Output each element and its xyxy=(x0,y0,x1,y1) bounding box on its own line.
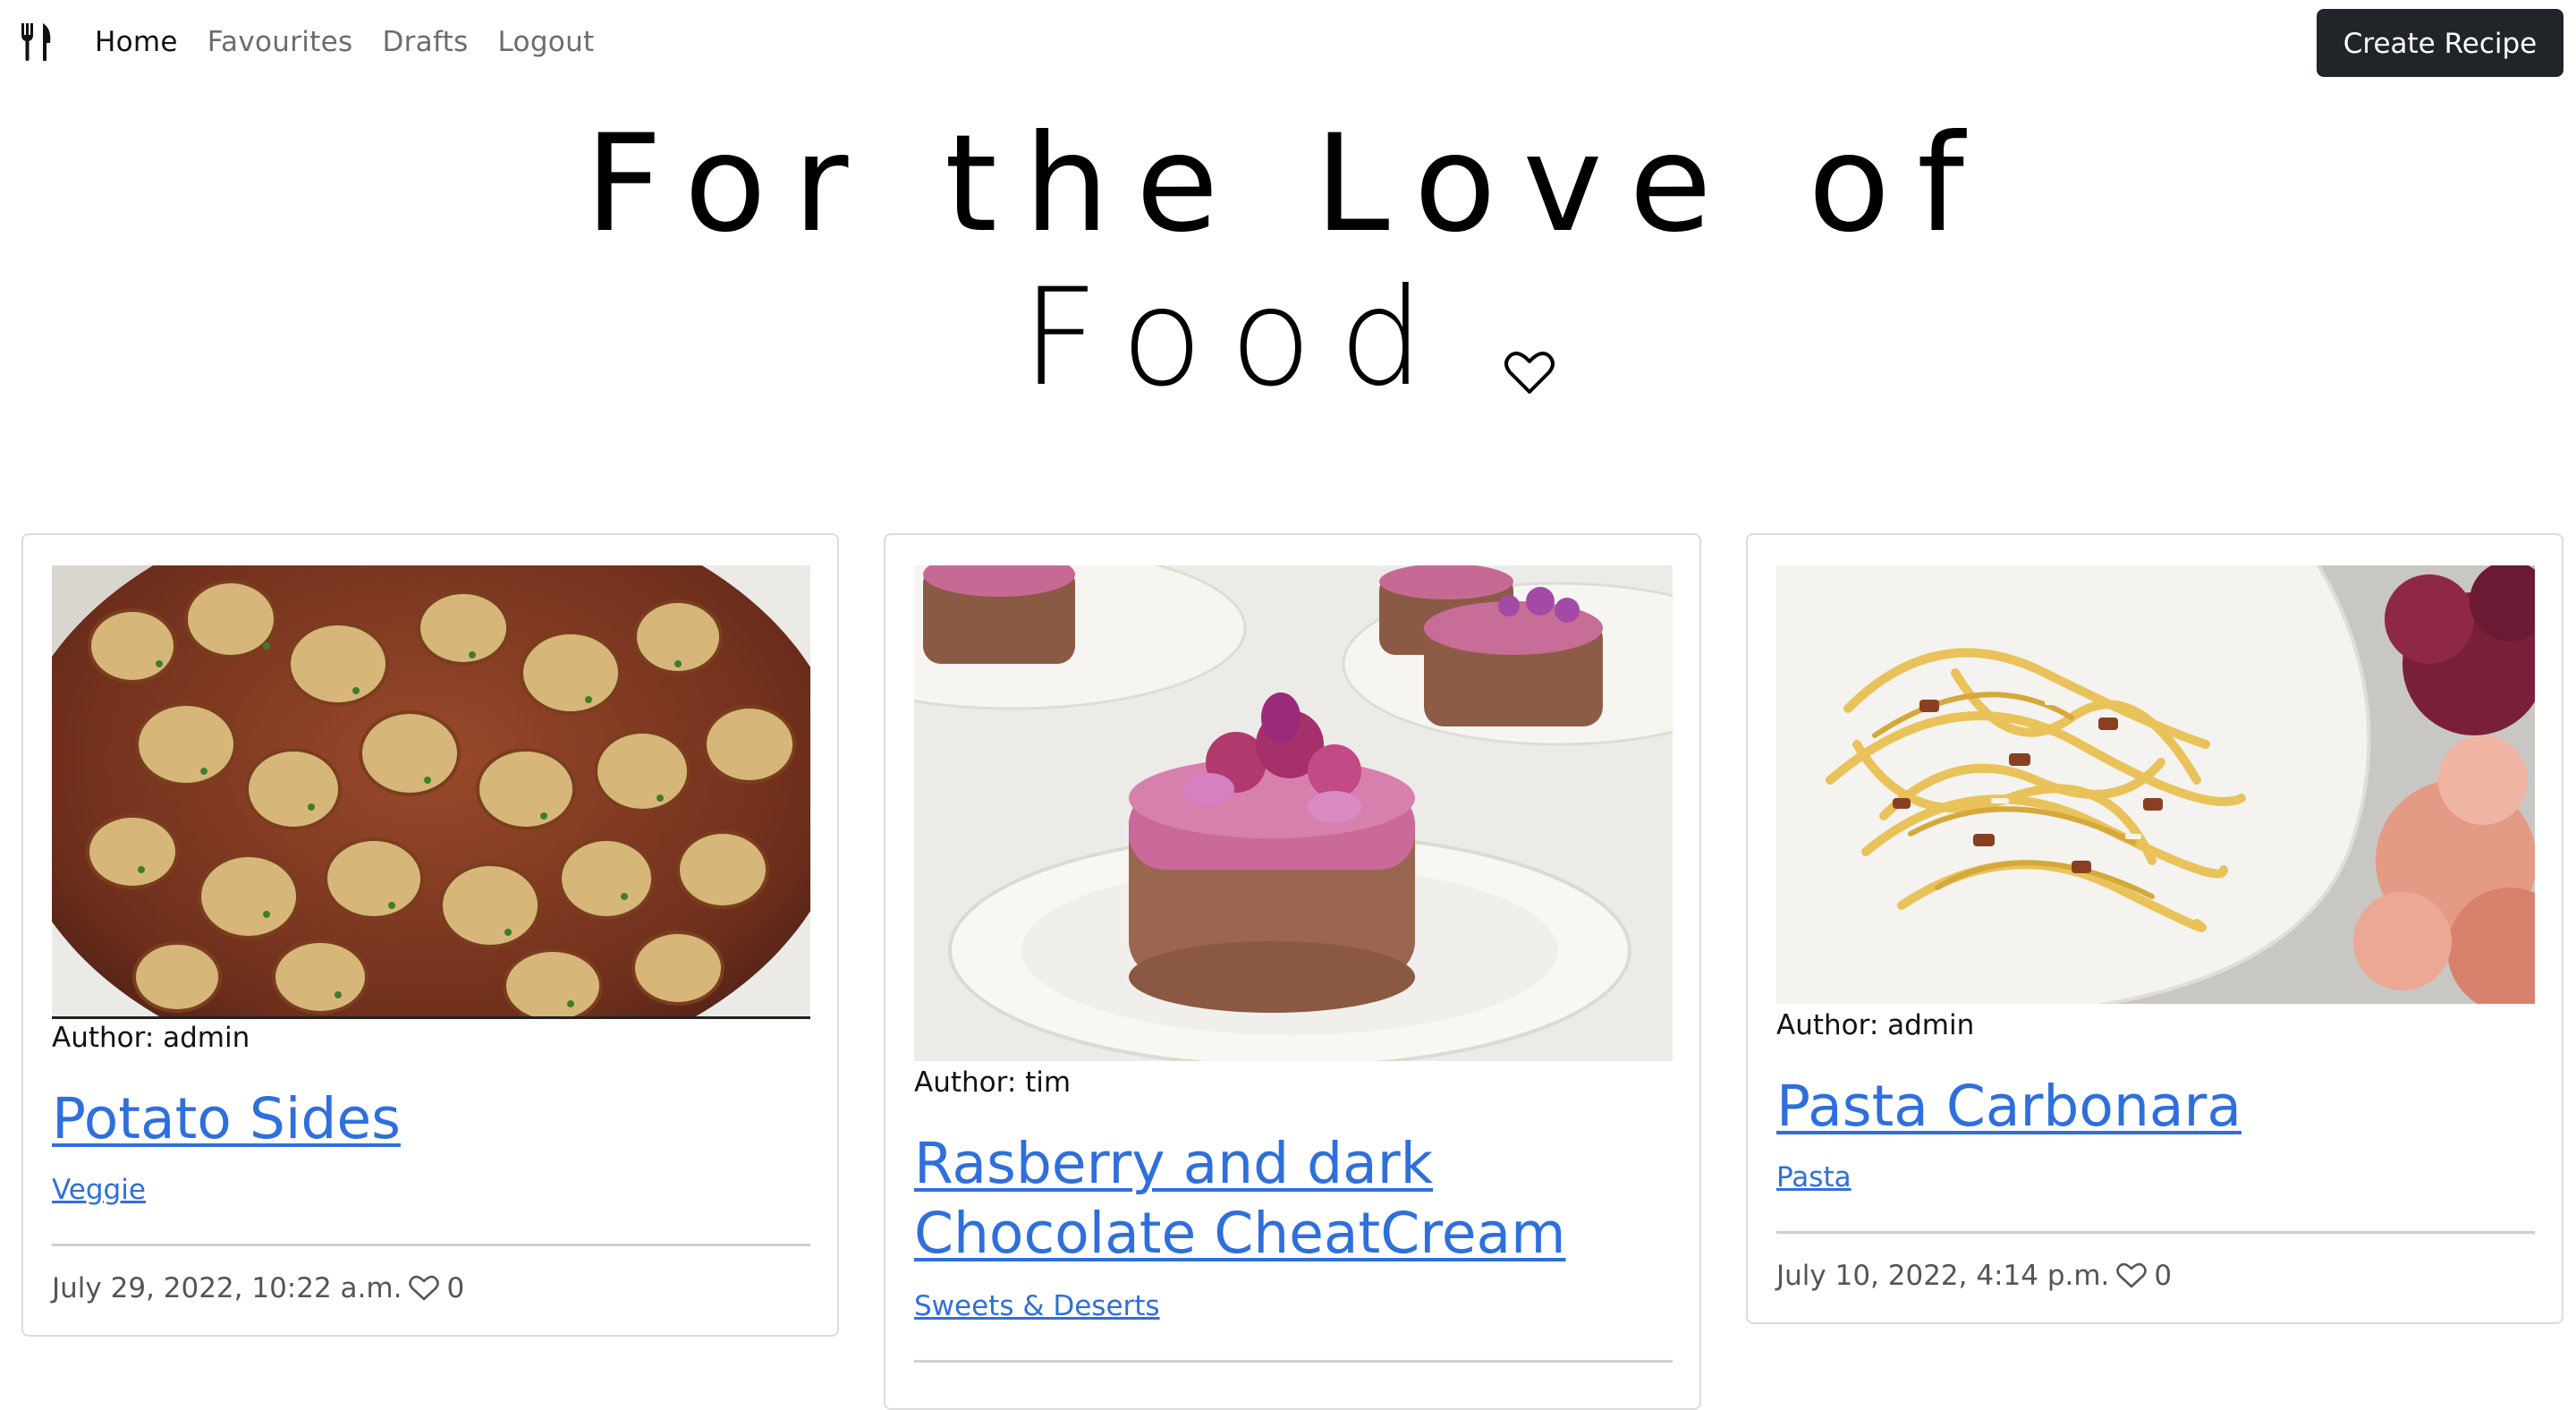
fork-knife-icon[interactable] xyxy=(20,23,54,61)
top-navbar: Home Favourites Drafts Logout Create Rec… xyxy=(0,0,2576,84)
create-recipe-button[interactable]: Create Recipe xyxy=(2317,9,2563,77)
card-divider xyxy=(1776,1231,2535,1234)
card-divider xyxy=(914,1360,1673,1363)
nav-link-favourites[interactable]: Favourites xyxy=(208,23,353,61)
recipe-date: July 29, 2022, 10:22 a.m. xyxy=(52,1272,402,1304)
recipe-image-pasta[interactable] xyxy=(1776,565,2535,1004)
recipe-author: Author: tim xyxy=(914,1066,1072,1099)
hero-heading: For the Love of Food xyxy=(0,107,2576,415)
nav-link-logout[interactable]: Logout xyxy=(498,23,595,61)
heart-outline-icon xyxy=(409,1275,440,1301)
recipe-footer: July 29, 2022, 10:22 a.m. 0 xyxy=(52,1272,464,1304)
recipe-category-link[interactable]: Veggie xyxy=(52,1174,146,1206)
like-count: 0 xyxy=(446,1272,465,1304)
recipe-category-link[interactable]: Pasta xyxy=(1776,1161,1852,1193)
recipe-card-rasberry-cheatcream: Author: tim Rasberry and dark Chocolate … xyxy=(884,533,1701,1410)
nav-links: Home Favourites Drafts Logout xyxy=(95,23,594,61)
nav-link-home[interactable]: Home xyxy=(95,23,178,61)
recipe-title-link[interactable]: Pasta Carbonara xyxy=(1776,1072,2546,1142)
like-count: 0 xyxy=(2154,1260,2173,1292)
like-button[interactable]: 0 xyxy=(409,1272,464,1304)
nav-link-drafts[interactable]: Drafts xyxy=(382,23,468,61)
heart-outline-icon xyxy=(1504,352,1555,394)
recipe-image-dessert[interactable] xyxy=(914,565,1673,1061)
recipe-date: July 10, 2022, 4:14 p.m. xyxy=(1776,1260,2110,1292)
recipe-title-link[interactable]: Potato Sides xyxy=(52,1084,821,1154)
hero-title-line-1: For the Love of xyxy=(585,106,1991,262)
recipe-card-potato-sides: Author: admin Potato Sides Veggie July 2… xyxy=(21,533,839,1337)
recipe-card-pasta-carbonara: Author: admin Pasta Carbonara Pasta July… xyxy=(1746,533,2563,1324)
recipe-author: Author: admin xyxy=(1776,1009,1975,1041)
recipe-footer: July 10, 2022, 4:14 p.m. 0 xyxy=(1776,1260,2172,1292)
card-divider xyxy=(52,1244,810,1246)
heart-outline-icon xyxy=(2116,1262,2148,1288)
recipe-title-link[interactable]: Rasberry and dark Chocolate CheatCream xyxy=(914,1129,1683,1269)
recipe-image-potatoes[interactable] xyxy=(52,565,810,1019)
recipe-author: Author: admin xyxy=(52,1022,250,1054)
recipe-category-link[interactable]: Sweets & Deserts xyxy=(914,1290,1160,1322)
like-button[interactable]: 0 xyxy=(2116,1260,2172,1292)
hero-title-line-2-wrap: Food xyxy=(1021,261,1555,415)
hero-title-line-2: Food xyxy=(1021,260,1451,416)
